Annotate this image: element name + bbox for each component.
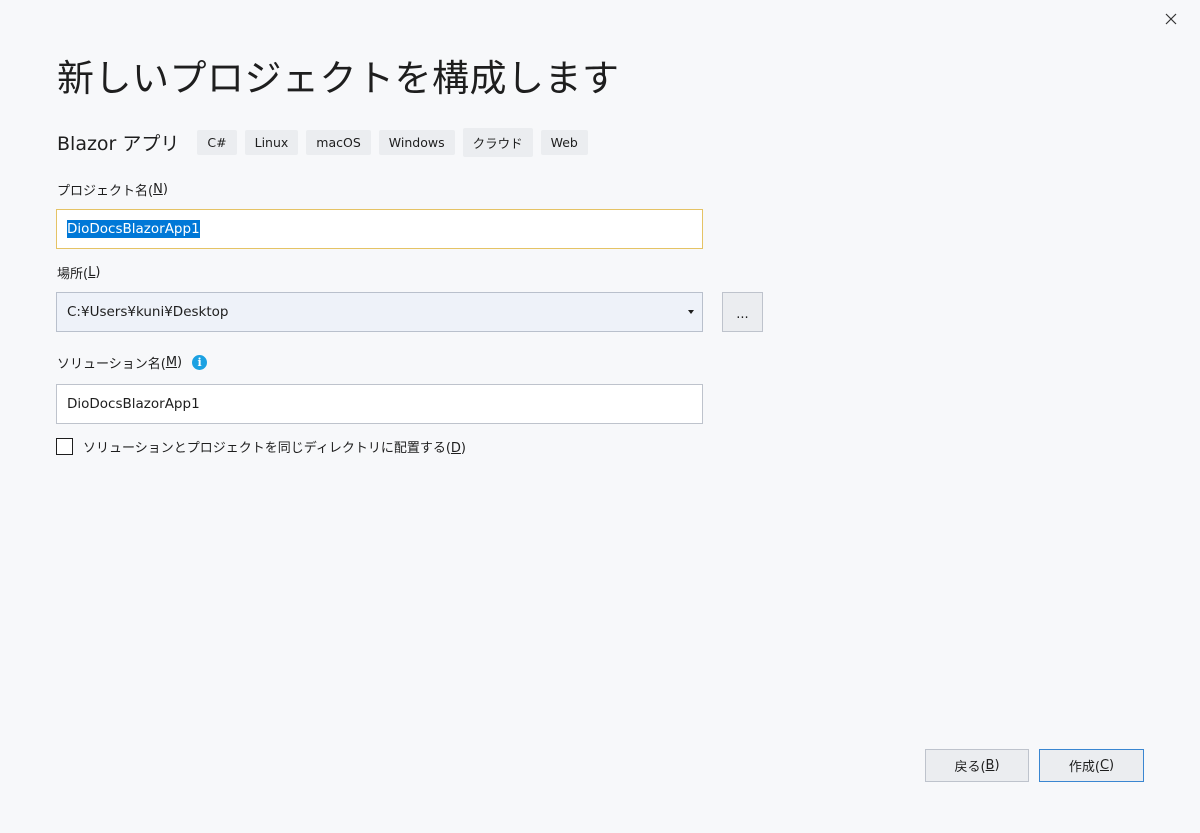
solution-name-input[interactable]: DioDocsBlazorApp1 [56, 384, 703, 424]
configure-project-dialog: 新しいプロジェクトを構成します Blazor アプリ C# Linux macO… [0, 0, 1200, 833]
location-label: 場所(L) [57, 265, 101, 282]
template-summary: Blazor アプリ C# Linux macOS Windows クラウド W… [57, 127, 596, 157]
solution-name-value: DioDocsBlazorApp1 [67, 396, 200, 412]
template-name: Blazor アプリ [57, 132, 180, 155]
tag-windows: Windows [378, 129, 455, 155]
project-name-value: DioDocsBlazorApp1 [67, 220, 200, 238]
tag-web: Web [540, 129, 588, 155]
location-value: C:¥Users¥kuni¥Desktop [67, 304, 229, 320]
tag-cloud: クラウド [462, 127, 533, 157]
back-button[interactable]: 戻る(B) [925, 749, 1029, 782]
chevron-down-icon[interactable] [688, 310, 694, 314]
page-title: 新しいプロジェクトを構成します [57, 57, 620, 100]
same-directory-checkbox[interactable] [56, 438, 73, 455]
browse-button[interactable]: ... [722, 292, 763, 332]
tag-csharp: C# [197, 129, 237, 155]
project-name-input[interactable]: DioDocsBlazorApp1 [56, 209, 703, 249]
tag-macos: macOS [306, 129, 371, 155]
same-directory-label: ソリューションとプロジェクトを同じディレクトリに配置する(D) [83, 441, 466, 456]
tag-linux: Linux [244, 129, 299, 155]
close-icon [1165, 13, 1177, 25]
solution-name-label: ソリューション名(M) i [57, 353, 208, 372]
same-directory-option[interactable]: ソリューションとプロジェクトを同じディレクトリに配置する(D) [56, 437, 466, 456]
info-icon[interactable]: i [192, 355, 208, 370]
close-button[interactable] [1158, 6, 1184, 32]
location-combobox[interactable]: C:¥Users¥kuni¥Desktop [56, 292, 703, 332]
project-name-label: プロジェクト名(N) [57, 182, 168, 199]
create-button[interactable]: 作成(C) [1039, 749, 1144, 782]
